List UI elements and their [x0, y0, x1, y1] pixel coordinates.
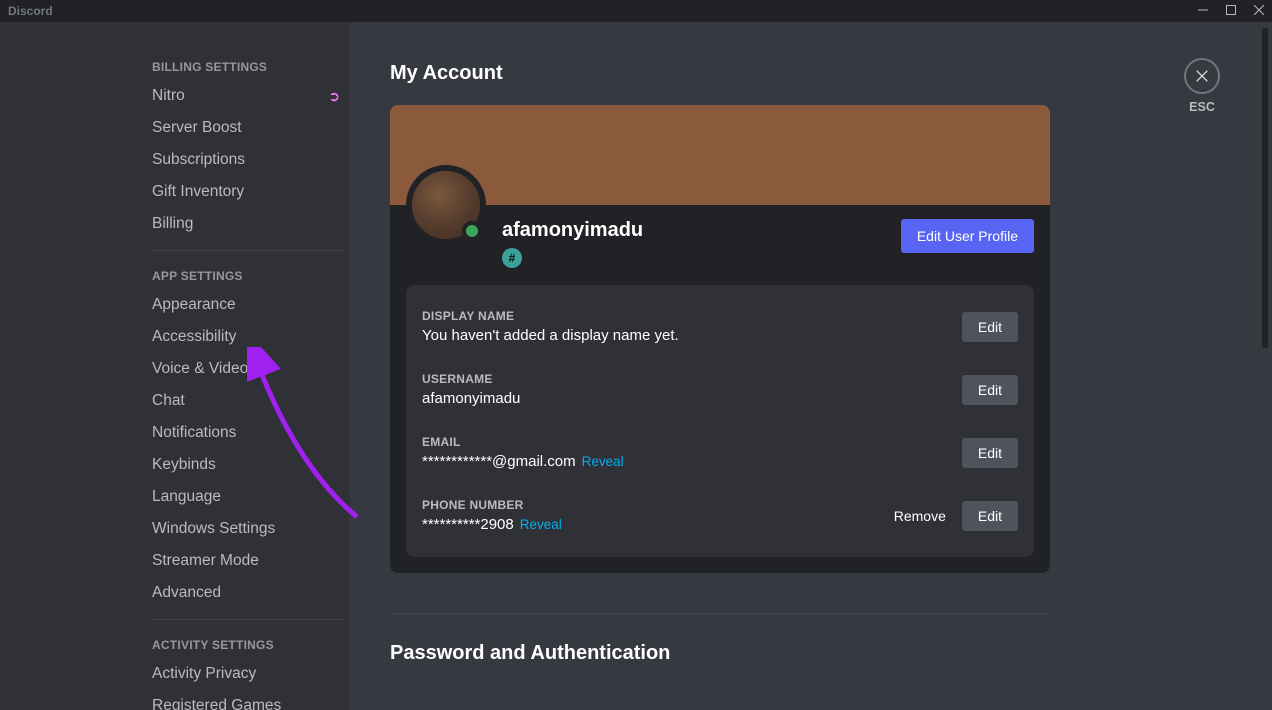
section-divider — [390, 613, 1050, 614]
sidebar-item-activity-privacy[interactable]: Activity Privacy — [152, 658, 344, 690]
sidebar-item-label: Keybinds — [152, 456, 216, 474]
account-info-panel: DISPLAY NAME You haven't added a display… — [406, 285, 1034, 557]
profile-badge-icon: # — [502, 248, 522, 268]
close-icon[interactable] — [1254, 2, 1264, 20]
field-label: DISPLAY NAME — [422, 309, 962, 323]
nitro-badge-icon: ➲ — [328, 88, 340, 105]
edit-phone-button[interactable]: Edit — [962, 501, 1018, 531]
email-row: EMAIL ************@gmail.com Reveal Edit — [422, 427, 1018, 478]
titlebar: Discord — [0, 0, 1272, 22]
field-label: PHONE NUMBER — [422, 498, 894, 512]
avatar[interactable] — [406, 165, 486, 245]
sidebar-item-label: Accessibility — [152, 328, 236, 346]
sidebar-item-label: Windows Settings — [152, 520, 275, 538]
sidebar-item-label: Language — [152, 488, 221, 506]
sidebar-item-label: Nitro — [152, 87, 185, 105]
sidebar-item-label: Streamer Mode — [152, 552, 259, 570]
window-controls — [1198, 2, 1264, 20]
app-name: Discord — [8, 4, 53, 18]
sidebar-item-voice-video[interactable]: Voice & Video — [152, 353, 344, 385]
username-row: USERNAME afamonyimadu Edit — [422, 364, 1018, 415]
field-label: EMAIL — [422, 435, 962, 449]
sidebar-item-nitro[interactable]: Nitro ➲ — [152, 80, 344, 112]
sidebar-item-accessibility[interactable]: Accessibility — [152, 321, 344, 353]
profile-username: afamonyimadu — [502, 219, 901, 242]
display-name-row: DISPLAY NAME You haven't added a display… — [422, 301, 1018, 352]
sidebar-item-gift-inventory[interactable]: Gift Inventory — [152, 176, 344, 208]
close-settings-button[interactable] — [1184, 58, 1220, 94]
settings-sidebar: BILLING SETTINGS Nitro ➲ Server Boost Su… — [0, 22, 350, 710]
profile-card: afamonyimadu # Edit User Profile DISPLAY… — [390, 105, 1050, 573]
edit-email-button[interactable]: Edit — [962, 438, 1018, 468]
sidebar-item-server-boost[interactable]: Server Boost — [152, 112, 344, 144]
status-online-icon — [462, 221, 482, 241]
section-header-activity: ACTIVITY SETTINGS — [152, 620, 344, 658]
sidebar-item-label: Billing — [152, 215, 193, 233]
edit-user-profile-button[interactable]: Edit User Profile — [901, 219, 1034, 253]
sidebar-item-advanced[interactable]: Advanced — [152, 577, 344, 609]
sidebar-item-keybinds[interactable]: Keybinds — [152, 449, 344, 481]
sidebar-item-label: Gift Inventory — [152, 183, 244, 201]
sidebar-item-streamer-mode[interactable]: Streamer Mode — [152, 545, 344, 577]
esc-label: ESC — [1189, 100, 1215, 114]
section-header-billing: BILLING SETTINGS — [152, 42, 344, 80]
section-header-app: APP SETTINGS — [152, 251, 344, 289]
password-section-title: Password and Authentication — [390, 642, 1050, 665]
profile-banner — [390, 105, 1050, 205]
sidebar-item-label: Registered Games — [152, 697, 281, 710]
reveal-phone-link[interactable]: Reveal — [520, 517, 562, 532]
remove-phone-link[interactable]: Remove — [894, 508, 946, 524]
reveal-email-link[interactable]: Reveal — [582, 454, 624, 469]
sidebar-item-label: Advanced — [152, 584, 221, 602]
close-icon — [1194, 68, 1210, 84]
edit-display-name-button[interactable]: Edit — [962, 312, 1018, 342]
sidebar-item-appearance[interactable]: Appearance — [152, 289, 344, 321]
field-value: afamonyimadu — [422, 390, 520, 407]
field-value: You haven't added a display name yet. — [422, 327, 679, 344]
edit-username-button[interactable]: Edit — [962, 375, 1018, 405]
settings-content: My Account afamonyimadu # Edit User Prof… — [350, 22, 1272, 710]
page-title: My Account — [390, 62, 1050, 85]
sidebar-item-label: Appearance — [152, 296, 236, 314]
sidebar-item-label: Server Boost — [152, 119, 242, 137]
sidebar-item-label: Voice & Video — [152, 360, 248, 378]
sidebar-item-registered-games[interactable]: Registered Games — [152, 690, 344, 710]
maximize-icon[interactable] — [1226, 2, 1236, 20]
sidebar-item-billing[interactable]: Billing — [152, 208, 344, 240]
phone-row: PHONE NUMBER **********2908 Reveal Remov… — [422, 490, 1018, 541]
scrollbar-thumb[interactable] — [1262, 28, 1268, 348]
sidebar-item-label: Chat — [152, 392, 185, 410]
field-label: USERNAME — [422, 372, 962, 386]
sidebar-item-language[interactable]: Language — [152, 481, 344, 513]
sidebar-item-windows-settings[interactable]: Windows Settings — [152, 513, 344, 545]
sidebar-item-label: Notifications — [152, 424, 236, 442]
sidebar-item-label: Activity Privacy — [152, 665, 256, 683]
field-value: **********2908 — [422, 516, 514, 533]
sidebar-item-notifications[interactable]: Notifications — [152, 417, 344, 449]
field-value: ************@gmail.com — [422, 453, 576, 470]
sidebar-item-chat[interactable]: Chat — [152, 385, 344, 417]
sidebar-item-label: Subscriptions — [152, 151, 245, 169]
sidebar-item-subscriptions[interactable]: Subscriptions — [152, 144, 344, 176]
minimize-icon[interactable] — [1198, 2, 1208, 20]
close-settings: ESC — [1184, 58, 1220, 114]
